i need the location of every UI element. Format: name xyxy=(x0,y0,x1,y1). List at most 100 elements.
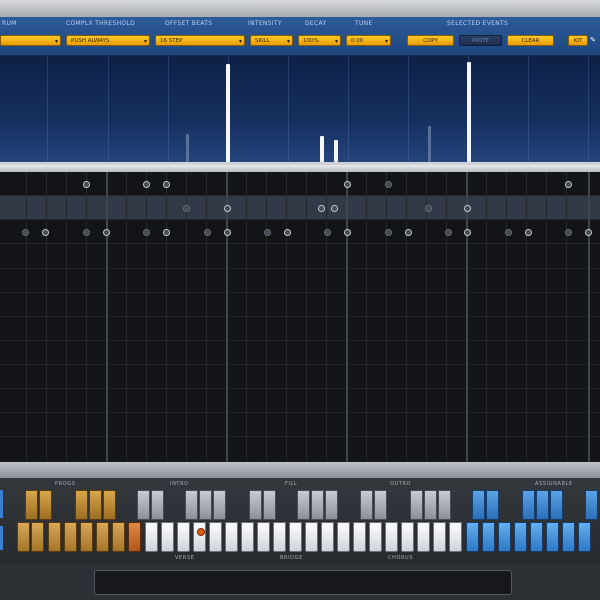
pattern-key[interactable] xyxy=(449,522,462,552)
velocity-bar[interactable] xyxy=(320,136,324,162)
drum-select[interactable]: ▾ xyxy=(0,35,61,46)
fill-pad[interactable] xyxy=(311,490,324,520)
note-event[interactable] xyxy=(405,229,412,236)
note-event[interactable] xyxy=(143,229,150,236)
pattern-key[interactable] xyxy=(48,522,61,552)
tune-select[interactable]: 0.00 ▾ xyxy=(346,35,391,46)
drum-row[interactable] xyxy=(0,172,600,196)
assignable-pad[interactable] xyxy=(585,490,598,520)
note-event[interactable] xyxy=(204,229,211,236)
note-event[interactable] xyxy=(324,229,331,236)
kit-button[interactable]: KIT xyxy=(568,35,588,46)
note-event[interactable] xyxy=(565,181,572,188)
prog-pad[interactable] xyxy=(103,490,116,520)
pattern-key[interactable] xyxy=(96,522,109,552)
assignable-pad[interactable] xyxy=(536,490,549,520)
assignable-pad[interactable] xyxy=(550,490,563,520)
velocity-bar[interactable] xyxy=(186,134,189,162)
timeline-ruler[interactable] xyxy=(0,165,600,172)
note-event[interactable] xyxy=(344,181,351,188)
edit-icon[interactable]: ✎ xyxy=(590,35,600,46)
pattern-key[interactable] xyxy=(353,522,366,552)
assignable-key[interactable] xyxy=(530,522,543,552)
note-event[interactable] xyxy=(464,205,471,212)
pattern-key[interactable] xyxy=(80,522,93,552)
note-event[interactable] xyxy=(264,229,271,236)
intensity-select[interactable]: SKILL ▾ xyxy=(250,35,293,46)
note-event[interactable] xyxy=(163,181,170,188)
note-event[interactable] xyxy=(505,229,512,236)
pattern-key[interactable] xyxy=(64,522,77,552)
pattern-key[interactable] xyxy=(305,522,318,552)
pattern-key[interactable] xyxy=(385,522,398,552)
pattern-key[interactable] xyxy=(145,522,158,552)
note-event[interactable] xyxy=(224,229,231,236)
paste-button[interactable]: PASTE xyxy=(459,35,502,46)
velocity-bar[interactable] xyxy=(226,64,230,162)
note-event[interactable] xyxy=(22,229,29,236)
note-event[interactable] xyxy=(143,181,150,188)
outro-pad[interactable] xyxy=(360,490,373,520)
pattern-key[interactable] xyxy=(337,522,350,552)
note-event[interactable] xyxy=(425,205,432,212)
assignable-key[interactable] xyxy=(562,522,575,552)
assignable-pad[interactable] xyxy=(486,490,499,520)
note-event[interactable] xyxy=(385,229,392,236)
step-grid[interactable] xyxy=(0,172,600,462)
assignable-pad[interactable] xyxy=(472,490,485,520)
pattern-key-selected[interactable] xyxy=(193,522,206,552)
pattern-key[interactable] xyxy=(321,522,334,552)
note-event[interactable] xyxy=(445,229,452,236)
prog-pad[interactable] xyxy=(75,490,88,520)
overview-scroll-area[interactable] xyxy=(94,570,512,595)
note-event[interactable] xyxy=(42,229,49,236)
assignable-key[interactable] xyxy=(578,522,591,552)
outro-pad[interactable] xyxy=(410,490,423,520)
velocity-lane[interactable] xyxy=(0,56,600,162)
prog-pad[interactable] xyxy=(89,490,102,520)
pattern-key[interactable] xyxy=(112,522,125,552)
intro-pad[interactable] xyxy=(151,490,164,520)
outro-pad[interactable] xyxy=(424,490,437,520)
pattern-key[interactable] xyxy=(273,522,286,552)
note-event[interactable] xyxy=(565,229,572,236)
pattern-key[interactable] xyxy=(433,522,446,552)
pattern-key[interactable] xyxy=(177,522,190,552)
clear-button[interactable]: CLEAR xyxy=(507,35,554,46)
velocity-bar[interactable] xyxy=(428,126,431,162)
note-event[interactable] xyxy=(183,205,190,212)
pattern-key[interactable] xyxy=(209,522,222,552)
fill-pad[interactable] xyxy=(249,490,262,520)
assignable-key[interactable] xyxy=(498,522,511,552)
note-event[interactable] xyxy=(83,181,90,188)
fill-pad[interactable] xyxy=(297,490,310,520)
fill-pad[interactable] xyxy=(325,490,338,520)
pattern-key[interactable] xyxy=(369,522,382,552)
note-event[interactable] xyxy=(284,229,291,236)
offset-beats-select[interactable]: 16 STEP ▾ xyxy=(155,35,245,46)
copy-button[interactable]: COPY xyxy=(407,35,454,46)
note-event[interactable] xyxy=(385,181,392,188)
decay-select[interactable]: 100% ▾ xyxy=(298,35,341,46)
assignable-pad[interactable] xyxy=(522,490,535,520)
assignable-key[interactable] xyxy=(466,522,479,552)
note-event[interactable] xyxy=(331,205,338,212)
assignable-key[interactable] xyxy=(546,522,559,552)
note-event[interactable] xyxy=(525,229,532,236)
velocity-bar[interactable] xyxy=(334,140,338,162)
assignable-key[interactable] xyxy=(482,522,495,552)
prog-pad[interactable] xyxy=(39,490,52,520)
prog-pad[interactable] xyxy=(25,490,38,520)
pattern-key[interactable] xyxy=(417,522,430,552)
pattern-key[interactable] xyxy=(289,522,302,552)
complex-threshold-select[interactable]: PUSH ALWAYS ▾ xyxy=(66,35,150,46)
note-event[interactable] xyxy=(83,229,90,236)
fill-pad[interactable] xyxy=(263,490,276,520)
pattern-key[interactable] xyxy=(17,522,30,552)
pattern-key[interactable] xyxy=(161,522,174,552)
note-event[interactable] xyxy=(163,229,170,236)
velocity-bar[interactable] xyxy=(467,62,471,162)
intro-pad[interactable] xyxy=(137,490,150,520)
pattern-key[interactable] xyxy=(31,522,44,552)
pattern-key[interactable] xyxy=(241,522,254,552)
